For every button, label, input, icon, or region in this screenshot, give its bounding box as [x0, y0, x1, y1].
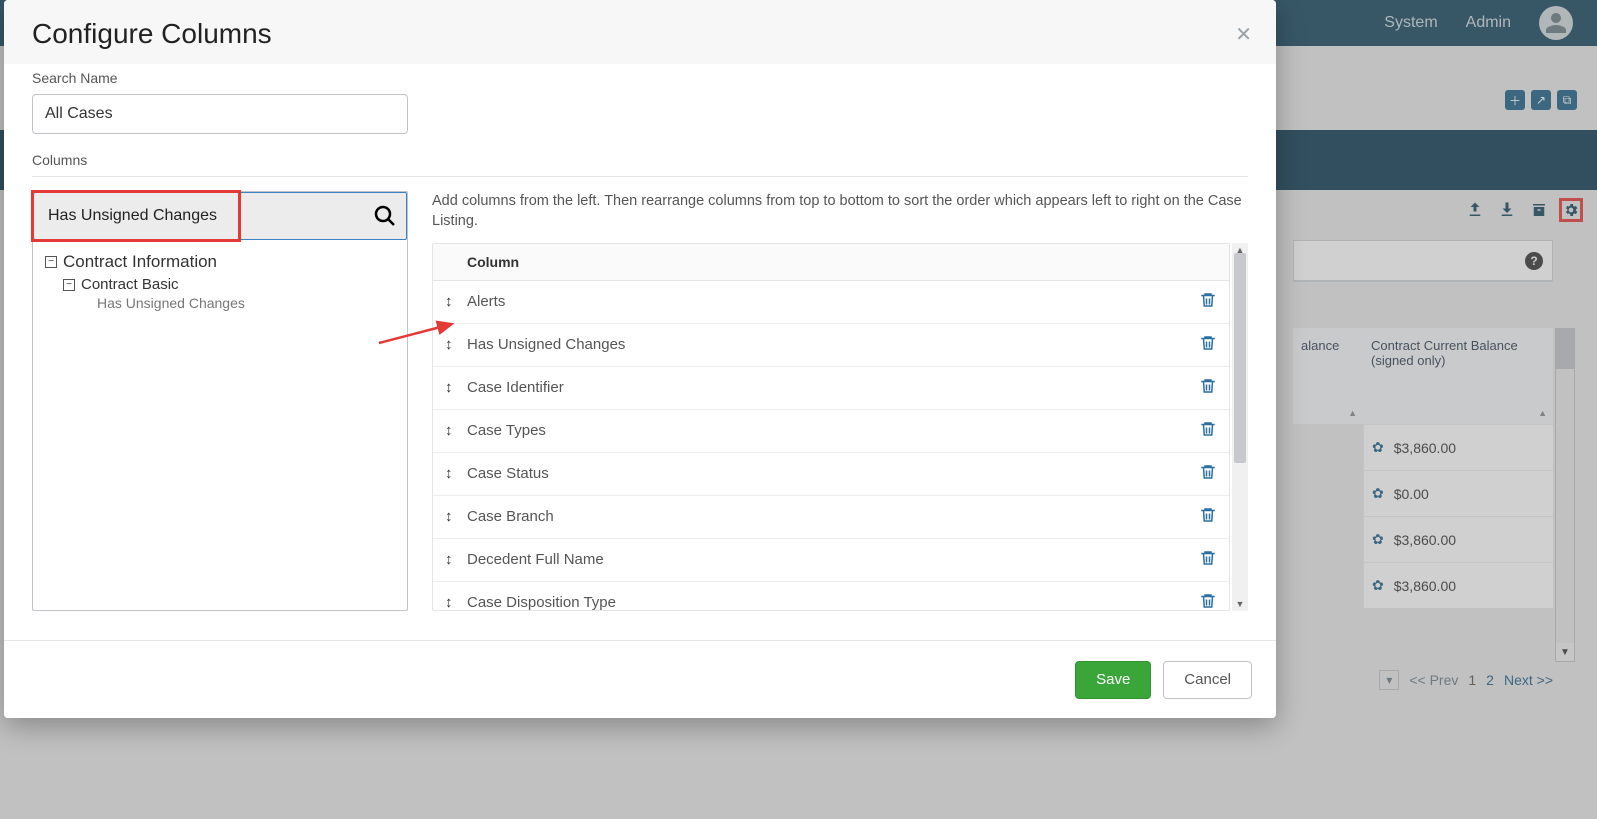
selected-columns-pane: Add columns from the left. Then rearrang… [432, 191, 1248, 611]
tree-node-contract-information[interactable]: − Contract Information [45, 252, 395, 272]
column-row[interactable]: ↕Case Identifier [433, 367, 1229, 410]
tree-node-label: Contract Basic [81, 276, 179, 293]
column-row[interactable]: ↕Has Unsigned Changes [433, 324, 1229, 367]
delete-icon[interactable] [1199, 506, 1217, 528]
column-list-scrollbar[interactable]: ▲ ▼ [1232, 243, 1248, 611]
column-row[interactable]: ↕Case Disposition Type [433, 582, 1229, 611]
drag-handle-icon[interactable]: ↕ [445, 594, 463, 611]
instructions-text: Add columns from the left. Then rearrang… [432, 191, 1248, 232]
column-row[interactable]: ↕Alerts [433, 281, 1229, 324]
columns-section-label: Columns [32, 152, 1248, 177]
column-row[interactable]: ↕Case Branch [433, 496, 1229, 539]
search-name-label: Search Name [32, 70, 1248, 86]
column-name: Case Disposition Type [463, 594, 1199, 611]
configure-columns-modal: Configure Columns ✕ Search Name Columns … [4, 0, 1276, 718]
modal-footer: Save Cancel [4, 640, 1276, 718]
available-columns-pane: − Contract Information − Contract Basic … [32, 191, 408, 611]
save-button[interactable]: Save [1075, 661, 1151, 699]
tree-node-contract-basic[interactable]: − Contract Basic [63, 276, 395, 293]
close-icon[interactable]: ✕ [1235, 22, 1252, 47]
search-icon[interactable] [373, 204, 397, 228]
column-row[interactable]: ↕Decedent Full Name [433, 539, 1229, 582]
delete-icon[interactable] [1199, 592, 1217, 611]
tree-leaf-has-unsigned-changes[interactable]: Has Unsigned Changes [97, 295, 395, 311]
cancel-button[interactable]: Cancel [1163, 661, 1252, 699]
modal-title: Configure Columns [32, 18, 1248, 50]
column-name: Case Status [463, 465, 1199, 482]
columns-two-pane: − Contract Information − Contract Basic … [32, 191, 1248, 611]
collapse-icon[interactable]: − [63, 279, 75, 291]
delete-icon[interactable] [1199, 334, 1217, 356]
column-list-header: Column [433, 244, 1229, 281]
drag-handle-icon[interactable]: ↕ [445, 508, 463, 525]
column-name: Decedent Full Name [463, 551, 1199, 568]
column-name: Case Identifier [463, 379, 1199, 396]
search-name-input[interactable] [32, 94, 408, 134]
scroll-thumb[interactable] [1234, 253, 1246, 463]
tree-node-label: Contract Information [63, 252, 217, 272]
drag-handle-icon[interactable]: ↕ [445, 293, 463, 310]
delete-icon[interactable] [1199, 463, 1217, 485]
collapse-icon[interactable]: − [45, 256, 57, 268]
delete-icon[interactable] [1199, 377, 1217, 399]
modal-header: Configure Columns ✕ [4, 0, 1276, 64]
modal-body: Search Name Columns − Contract Informati… [4, 64, 1276, 640]
scroll-down-icon[interactable]: ▼ [1232, 597, 1248, 611]
drag-handle-icon[interactable]: ↕ [445, 422, 463, 439]
column-list-wrap: Column ↕Alerts↕Has Unsigned Changes↕Case… [432, 242, 1248, 611]
drag-handle-icon[interactable]: ↕ [445, 465, 463, 482]
drag-handle-icon[interactable]: ↕ [445, 551, 463, 568]
column-name: Case Types [463, 422, 1199, 439]
delete-icon[interactable] [1199, 420, 1217, 442]
column-row[interactable]: ↕Case Types [433, 410, 1229, 453]
drag-handle-icon[interactable]: ↕ [445, 336, 463, 353]
column-list: Column ↕Alerts↕Has Unsigned Changes↕Case… [432, 243, 1230, 611]
column-filter-wrap [33, 192, 407, 240]
column-name: Case Branch [463, 508, 1199, 525]
column-tree: − Contract Information − Contract Basic … [33, 240, 407, 323]
delete-icon[interactable] [1199, 291, 1217, 313]
drag-handle-icon[interactable]: ↕ [445, 379, 463, 396]
column-row[interactable]: ↕Case Status [433, 453, 1229, 496]
column-name: Has Unsigned Changes [463, 336, 1199, 353]
column-name: Alerts [463, 293, 1199, 310]
column-filter-input[interactable] [33, 192, 407, 240]
delete-icon[interactable] [1199, 549, 1217, 571]
